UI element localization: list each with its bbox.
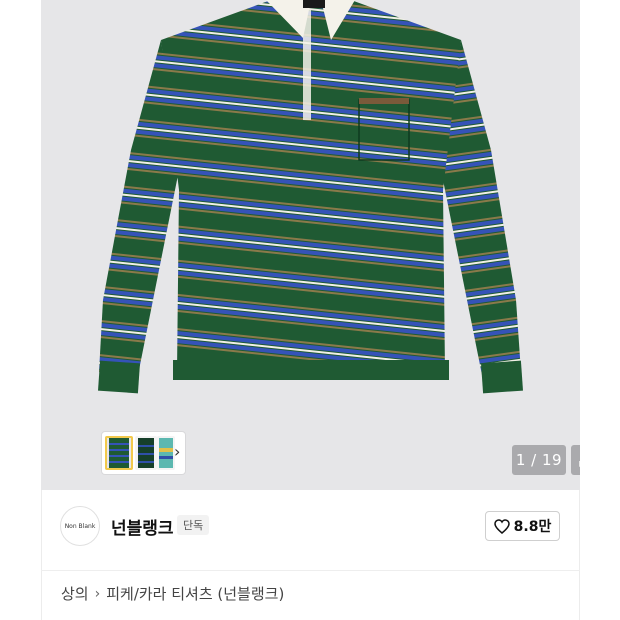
brand-name[interactable]: 넌블랭크 [111,514,174,539]
brand-logo[interactable]: Non Blank [60,506,100,546]
breadcrumb: 상의 › 피케/카라 티셔츠 (넌블랭크) [61,583,284,604]
expand-icon [579,461,580,467]
thumbnail-strip[interactable]: › [102,432,185,474]
product-gallery[interactable]: › 1 / 19 [41,0,580,490]
chevron-right-icon: › [94,585,101,602]
like-button[interactable]: 8.8만 [485,511,560,541]
breadcrumb-category[interactable]: 상의 [61,583,89,604]
thumbnail-2[interactable] [135,436,157,470]
exclusive-badge: 단독 [177,515,210,535]
chevron-right-icon[interactable]: › [174,442,180,461]
right-gutter [579,0,620,620]
left-gutter [0,0,42,620]
brand-row: Non Blank 넌블랭크 단독 8.8만 [41,490,580,570]
divider [41,570,580,571]
product-image [98,0,523,394]
thumbnail-1[interactable] [105,436,133,470]
thumbnail-3[interactable] [157,436,175,470]
heart-icon [493,518,510,534]
fullscreen-button[interactable] [571,445,580,475]
breadcrumb-subcategory[interactable]: 피케/카라 티셔츠 (넌블랭크) [106,583,284,604]
like-count: 8.8만 [513,519,552,535]
image-counter: 1 / 19 [512,445,566,475]
